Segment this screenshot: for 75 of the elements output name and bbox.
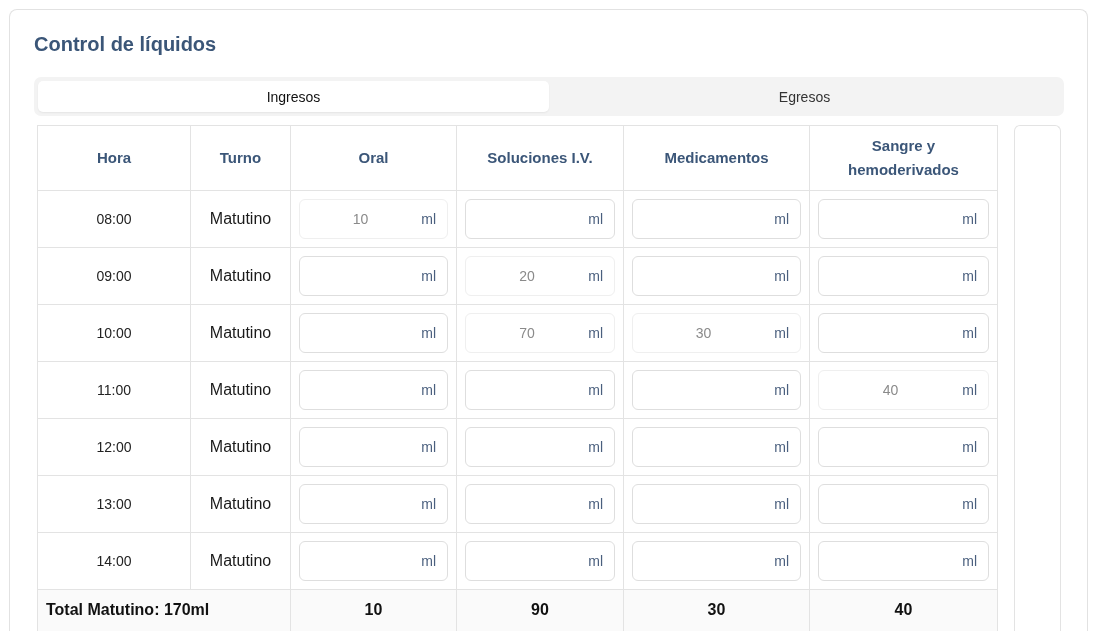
input-field[interactable]: ml	[632, 370, 801, 410]
unit-label: ml	[421, 553, 436, 569]
unit-label: ml	[962, 211, 977, 227]
input-field[interactable]: ml	[299, 427, 448, 467]
input-field[interactable]: ml	[465, 370, 615, 410]
input-field[interactable]: ml	[299, 484, 448, 524]
table-cell: 14:00	[37, 532, 191, 590]
input-field[interactable]: ml	[299, 313, 448, 353]
unit-label: ml	[962, 439, 977, 455]
column-header: Hora	[37, 125, 191, 191]
unit-label: ml	[962, 496, 977, 512]
input-field[interactable]: ml	[465, 199, 615, 239]
column-header: Medicamentos	[623, 125, 810, 191]
input-field[interactable]: ml	[465, 427, 615, 467]
table-cell: Matutino	[190, 190, 291, 248]
unit-label: ml	[774, 439, 789, 455]
unit-label: ml	[421, 382, 436, 398]
unit-label: ml	[588, 439, 603, 455]
unit-label: ml	[774, 211, 789, 227]
unit-label: ml	[588, 325, 603, 341]
table-cell: Matutino	[190, 475, 291, 533]
column-header: Oral	[290, 125, 457, 191]
input-field[interactable]: ml	[818, 256, 989, 296]
table-cell: 11:00	[37, 361, 191, 419]
table-cell: Matutino	[190, 418, 291, 476]
input-field[interactable]: ml	[299, 370, 448, 410]
tab[interactable]: Ingresos	[38, 81, 549, 112]
input-field[interactable]: ml	[632, 484, 801, 524]
unit-label: ml	[421, 268, 436, 284]
unit-label: ml	[588, 553, 603, 569]
input-field[interactable]: ml	[299, 541, 448, 581]
unit-label: ml	[774, 496, 789, 512]
input-field[interactable]: ml	[818, 541, 989, 581]
unit-label: ml	[962, 325, 977, 341]
unit-label: ml	[962, 553, 977, 569]
total-label: Total Matutino: 170ml	[37, 589, 291, 631]
input-field[interactable]: ml	[632, 199, 801, 239]
table-cell: 13:00	[37, 475, 191, 533]
column-header: Sangre y hemoderivados	[809, 125, 998, 191]
unit-label: ml	[588, 268, 603, 284]
column-header: Turno	[190, 125, 291, 191]
input-field[interactable]: ml	[818, 313, 989, 353]
input-field[interactable]: ml	[632, 256, 801, 296]
column-header: Soluciones I.V.	[456, 125, 624, 191]
input-field[interactable]: ml	[818, 199, 989, 239]
input-field[interactable]: ml	[465, 484, 615, 524]
input-field[interactable]: ml	[465, 541, 615, 581]
unit-label: ml	[774, 553, 789, 569]
unit-label: ml	[774, 382, 789, 398]
unit-label: ml	[962, 382, 977, 398]
tab[interactable]: Egresos	[549, 81, 1060, 112]
table-cell: Matutino	[190, 361, 291, 419]
unit-label: ml	[774, 268, 789, 284]
input-field[interactable]: ml	[632, 427, 801, 467]
unit-label: ml	[962, 268, 977, 284]
input-field[interactable]: ml	[818, 484, 989, 524]
input-field[interactable]: ml	[818, 427, 989, 467]
unit-label: ml	[421, 211, 436, 227]
table-cell: Matutino	[190, 247, 291, 305]
section-title: Control de líquidos	[34, 32, 218, 57]
table-cell: 09:00	[37, 247, 191, 305]
unit-label: ml	[421, 496, 436, 512]
table-cell: Matutino	[190, 532, 291, 590]
table-cell: 08:00	[37, 190, 191, 248]
unit-label: ml	[774, 325, 789, 341]
table-cell: Matutino	[190, 304, 291, 362]
unit-label: ml	[588, 496, 603, 512]
table-cell: 12:00	[37, 418, 191, 476]
table-cell: 10:00	[37, 304, 191, 362]
unit-label: ml	[588, 211, 603, 227]
input-field[interactable]: ml	[632, 541, 801, 581]
unit-label: ml	[421, 439, 436, 455]
unit-label: ml	[588, 382, 603, 398]
input-field[interactable]: ml	[299, 256, 448, 296]
unit-label: ml	[421, 325, 436, 341]
